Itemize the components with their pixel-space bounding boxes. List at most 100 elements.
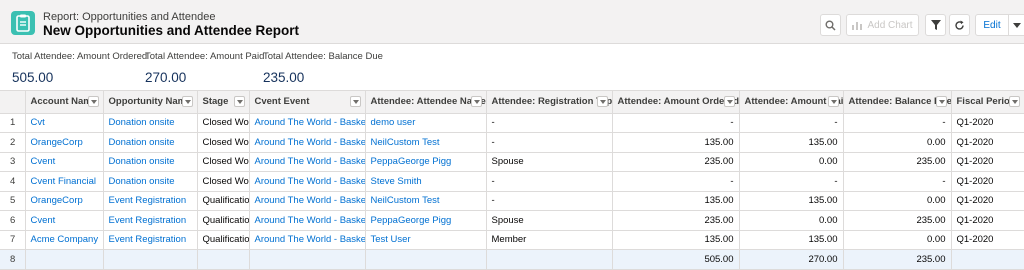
cvent-event-link[interactable]: Around The World - Basketball xyxy=(249,230,366,250)
filter-button[interactable] xyxy=(925,14,946,36)
column-menu-icon[interactable] xyxy=(470,96,482,107)
row-number: 6 xyxy=(0,210,26,231)
column-header-opportunity-name[interactable]: Opportunity Name xyxy=(103,91,198,114)
column-menu-icon[interactable] xyxy=(723,96,735,107)
amount-ordered-cell: 235.00 xyxy=(612,210,740,231)
column-header-amount-paid[interactable]: Attendee: Amount Paid xyxy=(739,91,844,114)
account-name-link[interactable]: OrangeCorp xyxy=(25,191,104,211)
registration-type-cell: - xyxy=(486,171,613,192)
amount-ordered-cell: 135.00 xyxy=(612,230,740,250)
row-number: 2 xyxy=(0,132,26,153)
column-menu-icon[interactable] xyxy=(349,96,361,107)
row-number: 1 xyxy=(0,113,26,133)
attendee-name-link[interactable]: PeppaGeorge Pigg xyxy=(365,152,487,172)
opportunity-name-link[interactable]: Event Registration xyxy=(103,191,198,211)
opportunity-name-link[interactable]: Event Registration xyxy=(103,210,198,231)
fiscal-period-cell: Q1-2020 xyxy=(951,171,1024,192)
amount-paid-cell: 0.00 xyxy=(739,210,844,231)
column-menu-icon[interactable] xyxy=(1008,96,1020,107)
row-number: 3 xyxy=(0,152,26,172)
summary-balance-due: Total Attendee: Balance Due 235.00 xyxy=(263,51,383,85)
attendee-name-link[interactable]: NeilCustom Test xyxy=(365,191,487,211)
column-menu-icon[interactable] xyxy=(233,96,245,107)
balance-due-cell: 0.00 xyxy=(843,132,952,153)
column-header-label: Attendee: Amount Ordered xyxy=(617,96,739,108)
search-button[interactable] xyxy=(820,14,841,36)
column-menu-icon[interactable] xyxy=(87,96,99,107)
opportunity-name-link[interactable]: Donation onsite xyxy=(103,132,198,153)
account-name-link[interactable]: OrangeCorp xyxy=(25,132,104,153)
column-menu-icon[interactable] xyxy=(181,96,193,107)
stage-cell: Qualification xyxy=(197,210,250,231)
opportunity-name-link[interactable]: Donation onsite xyxy=(103,152,198,172)
stage-cell: Closed Won xyxy=(197,152,250,172)
balance-due-cell: 235.00 xyxy=(843,152,952,172)
amount-paid-cell: 135.00 xyxy=(739,132,844,153)
fiscal-period-cell: Q1-2020 xyxy=(951,191,1024,211)
report-header: Report: Opportunities and Attendee New O… xyxy=(0,0,1024,44)
stage-cell: Closed Won xyxy=(197,171,250,192)
column-header-attendee-name[interactable]: Attendee: Attendee Name xyxy=(365,91,487,114)
cvent-event-link[interactable]: Around The World - Basketball xyxy=(249,191,366,211)
attendee-name-link[interactable]: PeppaGeorge Pigg xyxy=(365,210,487,231)
column-header-cvent-event[interactable]: Cvent Event xyxy=(249,91,366,114)
column-header-stage[interactable]: Stage xyxy=(197,91,250,114)
stage-cell: Closed Won xyxy=(197,113,250,133)
account-name-link[interactable]: Cvent xyxy=(25,152,104,172)
column-header-account-name[interactable]: Account Name xyxy=(25,91,104,114)
summary-value: 505.00 xyxy=(12,70,54,85)
account-name-link[interactable]: Cvent Financial xyxy=(25,171,104,192)
column-header-registration-type[interactable]: Attendee: Registration Type xyxy=(486,91,613,114)
empty-cell xyxy=(951,249,1024,270)
cvent-event-link[interactable]: Around The World - Basketball xyxy=(249,113,366,133)
row-number: 8 xyxy=(0,249,26,270)
total-amount-paid: 270.00 xyxy=(739,249,844,270)
fiscal-period-cell: Q1-2020 xyxy=(951,230,1024,250)
table-row: 5 OrangeCorp Event Registration Qualific… xyxy=(0,191,1024,211)
row-number: 5 xyxy=(0,191,26,211)
column-header-amount-ordered[interactable]: Attendee: Amount Ordered xyxy=(612,91,740,114)
balance-due-cell: 235.00 xyxy=(843,210,952,231)
column-menu-icon[interactable] xyxy=(827,96,839,107)
fiscal-period-cell: Q1-2020 xyxy=(951,132,1024,153)
cvent-event-link[interactable]: Around The World - Basketball xyxy=(249,171,366,192)
attendee-name-link[interactable]: Steve Smith xyxy=(365,171,487,192)
filter-icon xyxy=(930,20,941,30)
column-header-label: Cvent Event xyxy=(254,96,310,108)
amount-paid-cell: 135.00 xyxy=(739,191,844,211)
cvent-event-link[interactable]: Around The World - Basketball xyxy=(249,210,366,231)
add-chart-label: Add Chart xyxy=(867,19,913,31)
amount-paid-cell: 0.00 xyxy=(739,152,844,172)
table-row: 6 Cvent Event Registration Qualification… xyxy=(0,210,1024,231)
account-name-link[interactable]: Cvent xyxy=(25,210,104,231)
refresh-button[interactable] xyxy=(949,14,970,36)
opportunity-name-link[interactable]: Event Registration xyxy=(103,230,198,250)
cvent-event-link[interactable]: Around The World - Basketball xyxy=(249,152,366,172)
registration-type-cell: Member xyxy=(486,230,613,250)
column-menu-icon[interactable] xyxy=(596,96,608,107)
edit-menu-button[interactable] xyxy=(1008,14,1024,36)
opportunity-name-link[interactable]: Donation onsite xyxy=(103,113,198,133)
summary-label: Total Attendee: Amount Ordered xyxy=(12,51,148,62)
opportunity-name-link[interactable]: Donation onsite xyxy=(103,171,198,192)
cvent-event-link[interactable]: Around The World - Basketball xyxy=(249,132,366,153)
edit-button[interactable]: Edit xyxy=(975,14,1009,36)
attendee-name-link[interactable]: Test User xyxy=(365,230,487,250)
fiscal-period-cell: Q1-2020 xyxy=(951,210,1024,231)
empty-cell xyxy=(249,249,366,270)
total-balance-due: 235.00 xyxy=(843,249,952,270)
column-header-balance-due[interactable]: Attendee: Balance Due xyxy=(843,91,952,114)
attendee-name-link[interactable]: NeilCustom Test xyxy=(365,132,487,153)
registration-type-cell: Spouse xyxy=(486,210,613,231)
column-menu-icon[interactable] xyxy=(935,96,947,107)
account-name-link[interactable]: Acme Company xyxy=(25,230,104,250)
summary-value: 270.00 xyxy=(145,70,187,85)
add-chart-button[interactable]: Add Chart xyxy=(846,14,919,36)
table-row: 1 Cvt Donation onsite Closed Won Around … xyxy=(0,113,1024,133)
column-header-label: Stage xyxy=(202,96,229,108)
attendee-name-link[interactable]: demo user xyxy=(365,113,487,133)
column-header-rownum xyxy=(0,91,26,114)
column-header-fiscal-period[interactable]: Fiscal Period xyxy=(951,91,1024,114)
bar-chart-icon xyxy=(852,21,863,30)
account-name-link[interactable]: Cvt xyxy=(25,113,104,133)
